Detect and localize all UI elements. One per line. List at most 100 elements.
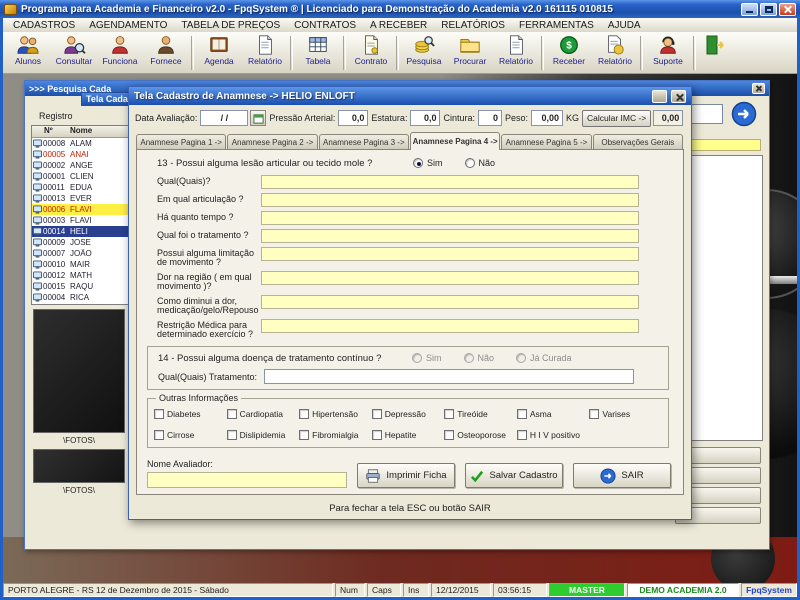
- dialog-close-button[interactable]: [671, 89, 686, 103]
- checkbox-box[interactable]: [371, 409, 382, 419]
- checkbox-depressao[interactable]: Depressão: [371, 409, 445, 419]
- tab-anamnese-2[interactable]: Anamnese Pagina 2 ->: [227, 134, 318, 149]
- toolbar-button-receber[interactable]: $ Receber: [546, 33, 592, 73]
- toolbar-button-exit[interactable]: [698, 33, 732, 73]
- minimize-button[interactable]: [741, 2, 758, 16]
- radio-sim[interactable]: [412, 353, 422, 363]
- checkbox-varises[interactable]: Varises: [589, 409, 662, 419]
- qual-quais-input[interactable]: [261, 175, 639, 189]
- checkbox-dislipidemia[interactable]: Dislipidemia: [226, 430, 300, 440]
- close-button[interactable]: [779, 2, 796, 16]
- checkbox-box[interactable]: [154, 430, 164, 440]
- q13-nao-option[interactable]: Não: [464, 158, 495, 168]
- dor-regiao-input[interactable]: [261, 271, 639, 285]
- toolbar-button-procurar[interactable]: Procurar: [447, 33, 493, 73]
- menu-ajuda[interactable]: AJUDA: [601, 20, 648, 31]
- menu-contratos[interactable]: CONTRATOS: [287, 20, 363, 31]
- list-item[interactable]: 00010 MAIR: [32, 259, 128, 270]
- imprimir-ficha-button[interactable]: Imprimir Ficha: [357, 463, 455, 488]
- search-window-close-button[interactable]: [752, 83, 765, 94]
- toolbar-button-tabela[interactable]: Tabela: [295, 33, 341, 73]
- pressao-field[interactable]: 0,0: [338, 110, 369, 126]
- radio-ja-curada[interactable]: [516, 353, 527, 363]
- toolbar-button-fornecedor[interactable]: Fornece: [143, 33, 189, 73]
- toolbar-button-relatorio-agenda[interactable]: Relatório: [242, 33, 288, 73]
- calendar-button[interactable]: [250, 110, 267, 126]
- peso-field[interactable]: 0,00: [530, 110, 563, 126]
- tab-anamnese-1[interactable]: Anamnese Pagina 1 ->: [136, 134, 227, 149]
- checkbox-cirrose[interactable]: Cirrose: [154, 430, 227, 440]
- restricao-medica-input[interactable]: [261, 319, 639, 333]
- quanto-tempo-input[interactable]: [261, 211, 639, 225]
- list-item[interactable]: 00009 JOSE: [32, 237, 128, 248]
- salvar-cadastro-button[interactable]: Salvar Cadastro: [465, 463, 563, 488]
- checkbox-box[interactable]: [154, 409, 164, 419]
- radio-nao[interactable]: [463, 353, 474, 363]
- list-item[interactable]: 00005 ANAI: [32, 149, 128, 160]
- checkbox-fibromialgia[interactable]: Fibromialgia: [299, 430, 372, 440]
- checkbox-osteoporose[interactable]: Osteoporose: [444, 430, 517, 440]
- checkbox-asma[interactable]: Asma: [516, 409, 590, 419]
- tab-anamnese-4[interactable]: Anamnese Pagina 4 ->: [409, 132, 501, 150]
- checkbox-box[interactable]: [226, 430, 237, 440]
- list-item[interactable]: 00012 MATH: [32, 270, 128, 281]
- menu-ferramentas[interactable]: FERRAMENTAS: [512, 20, 601, 31]
- q14-nao-option[interactable]: Não: [463, 353, 494, 363]
- nome-avaliador-input[interactable]: [147, 472, 347, 488]
- list-item[interactable]: 00006 FLAVI: [32, 204, 128, 215]
- calcular-imc-button[interactable]: Calcular IMC ->: [582, 109, 652, 127]
- dialog-help-button[interactable]: [652, 89, 667, 103]
- toolbar-button-pesquisa[interactable]: Pesquisa: [401, 33, 447, 73]
- tab-anamnese-5[interactable]: Anamnese Pagina 5 ->: [501, 134, 592, 149]
- q13-sim-option[interactable]: Sim: [413, 158, 443, 168]
- list-item[interactable]: 00002 ANGE: [32, 160, 128, 171]
- checkbox-hipertensao[interactable]: Hipertensão: [299, 409, 372, 419]
- menu-a-receber[interactable]: A RECEBER: [363, 20, 434, 31]
- limitacao-input[interactable]: [261, 247, 639, 261]
- checkbox-box[interactable]: [444, 409, 455, 419]
- checkbox-box[interactable]: [299, 430, 310, 440]
- como-diminui-dor-input[interactable]: [261, 295, 639, 309]
- menu-relatorios[interactable]: RELATÓRIOS: [434, 20, 512, 31]
- checkbox-diabetes[interactable]: Diabetes: [154, 409, 227, 419]
- list-item-selected[interactable]: 00014 HELI: [32, 226, 128, 237]
- toolbar-button-contrato[interactable]: Contrato: [348, 33, 394, 73]
- menu-tabela-precos[interactable]: TABELA DE PREÇOS: [174, 20, 287, 31]
- menu-cadastros[interactable]: CADASTROS: [6, 20, 82, 31]
- list-item[interactable]: 00004 RICA: [32, 292, 128, 303]
- data-avaliacao-field[interactable]: / /: [200, 110, 249, 126]
- list-item[interactable]: 00001 CLIEN: [32, 171, 128, 182]
- tratamento-input[interactable]: [261, 229, 639, 243]
- checkbox-box[interactable]: [444, 430, 455, 440]
- maximize-button[interactable]: [760, 2, 777, 16]
- list-item[interactable]: 00007 JOÃO: [32, 248, 128, 259]
- list-item[interactable]: 00015 RAQU: [32, 281, 128, 292]
- tab-observacoes[interactable]: Observações Gerais: [592, 134, 683, 149]
- checkbox-box[interactable]: [516, 409, 527, 419]
- checkbox-hepatite[interactable]: Hepatite: [371, 430, 445, 440]
- checkbox-hiv-positivo[interactable]: H I V positivo: [516, 430, 590, 440]
- checkbox-cardiopatia[interactable]: Cardiopatia: [226, 409, 300, 419]
- q14-sim-option[interactable]: Sim: [412, 353, 442, 363]
- toolbar-button-alunos[interactable]: Alunos: [5, 33, 51, 73]
- toolbar-button-funcionario[interactable]: Funciona: [97, 33, 143, 73]
- toolbar-button-suporte[interactable]: Suporte: [645, 33, 691, 73]
- list-item[interactable]: 00003 FLAVI: [32, 215, 128, 226]
- cintura-field[interactable]: 0: [477, 110, 502, 126]
- checkbox-box[interactable]: [299, 409, 310, 419]
- articulacao-input[interactable]: [261, 193, 639, 207]
- toolbar-button-relatorio-pesquisa[interactable]: Relatório: [493, 33, 539, 73]
- checkbox-box[interactable]: [589, 409, 600, 419]
- list-item[interactable]: 00013 EVER: [32, 193, 128, 204]
- toolbar-button-agenda[interactable]: Agenda: [196, 33, 242, 73]
- estatura-field[interactable]: 0,0: [410, 110, 441, 126]
- checkbox-tireoide[interactable]: Tireóide: [444, 409, 517, 419]
- toolbar-button-relatorio-receber[interactable]: Relatório: [592, 33, 638, 73]
- qual-tratamento-input[interactable]: [264, 369, 634, 384]
- menu-agendamento[interactable]: AGENDAMENTO: [82, 20, 174, 31]
- radio-sim[interactable]: [413, 158, 423, 168]
- list-item[interactable]: 00011 EDUA: [32, 182, 128, 193]
- q14-ja-curada-option[interactable]: Já Curada: [516, 353, 572, 363]
- sair-button[interactable]: SAIR: [573, 463, 671, 488]
- list-item[interactable]: 00008 ALAM: [32, 138, 128, 149]
